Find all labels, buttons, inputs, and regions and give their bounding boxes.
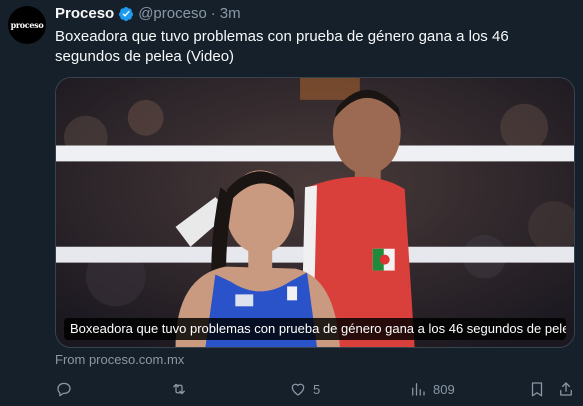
action-bar: 5 809 xyxy=(55,378,577,400)
card-source-link[interactable]: From proceso.com.mx xyxy=(55,352,184,367)
media-card[interactable]: Boxeadora que tuvo problemas con prueba … xyxy=(55,77,575,348)
account-name[interactable]: Proceso xyxy=(55,5,114,22)
share-button[interactable] xyxy=(557,378,575,400)
like-count: 5 xyxy=(313,381,321,397)
timestamp[interactable]: 3m xyxy=(220,5,241,22)
boxing-photo xyxy=(56,78,574,347)
reply-button[interactable] xyxy=(55,378,79,400)
media-caption: Boxeadora que tuvo problemas con prueba … xyxy=(64,318,566,340)
retweet-button[interactable] xyxy=(170,378,194,400)
separator-dot: · xyxy=(210,5,216,22)
views-count: 809 xyxy=(433,381,455,397)
tweet-text: Boxeadora que tuvo problemas con prueba … xyxy=(55,28,509,65)
verified-badge-icon xyxy=(119,6,134,21)
tweet-header: Proceso @proceso · 3m xyxy=(55,5,241,22)
avatar[interactable]: proceso xyxy=(8,6,46,44)
tweet[interactable]: proceso Proceso @proceso · 3m Boxeadora … xyxy=(0,0,583,406)
bookmark-icon xyxy=(531,382,543,397)
bookmark-button[interactable] xyxy=(528,378,546,400)
like-button[interactable]: 5 xyxy=(289,378,320,400)
heart-icon xyxy=(291,383,305,396)
account-handle[interactable]: @proceso xyxy=(138,5,207,22)
share-icon xyxy=(560,382,572,396)
views-icon xyxy=(412,383,425,396)
avatar-logo-text: proceso xyxy=(10,20,44,30)
reply-icon xyxy=(57,382,71,397)
retweet-icon xyxy=(173,383,185,395)
views-button[interactable]: 809 xyxy=(409,378,455,400)
